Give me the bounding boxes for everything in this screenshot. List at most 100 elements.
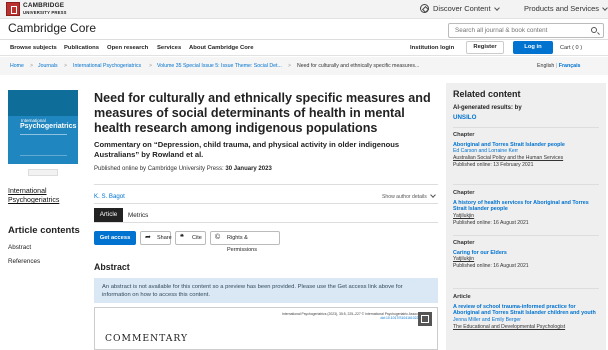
nav-open-research[interactable]: Open research <box>107 45 148 51</box>
breadcrumb-issue[interactable]: Volume 35 Special Issue 5: Issue Theme: … <box>157 63 282 69</box>
show-author-details[interactable]: Show author details <box>382 192 436 200</box>
cite-label: Cite <box>192 235 202 241</box>
rights-permissions-button[interactable]: © Rights & Permissions <box>210 231 280 253</box>
related-card-title[interactable]: A history of health services for Aborigi… <box>453 200 599 213</box>
language-switch: English | Français <box>537 63 581 69</box>
products-services-menu[interactable]: Products and Services <box>524 4 608 13</box>
related-card-date: Published online: 16 August 2021 <box>453 219 529 226</box>
publication-info: Published online by Cambridge University… <box>94 166 272 172</box>
breadcrumb-journal[interactable]: International Psychogeriatrics <box>73 63 141 69</box>
contents-references-link[interactable]: References <box>8 258 40 265</box>
brand-bar: Cambridge Core <box>0 19 608 40</box>
chevron-down-icon <box>493 5 500 11</box>
breadcrumb-journals[interactable]: Journals <box>38 63 58 69</box>
tab-article[interactable]: Article <box>94 208 123 222</box>
card-divider <box>453 288 599 289</box>
abstract-notice: An abstract is not available for this co… <box>94 278 438 303</box>
cambridge-core-logo[interactable]: Cambridge Core <box>8 21 96 35</box>
cart-link[interactable]: Cart ( 0 ) <box>560 45 582 51</box>
lang-english[interactable]: English <box>537 63 554 69</box>
chevron-down-icon <box>602 5 608 11</box>
related-card-source[interactable]: Yatjilukjin <box>453 256 599 263</box>
breadcrumb-current: Need for culturally and ethnically speci… <box>297 63 420 69</box>
discover-content-label: Discover Content <box>433 4 491 13</box>
tab-metrics[interactable]: Metrics <box>128 212 148 219</box>
cover-publisher-mark <box>28 169 58 176</box>
breadcrumb-separator: > <box>288 63 292 69</box>
cite-button[interactable]: ❝ Cite <box>175 231 206 245</box>
related-card-source[interactable]: Australian Social Policy and the Human S… <box>453 155 599 162</box>
divider <box>94 203 438 204</box>
breadcrumb-separator: > <box>149 63 153 69</box>
related-card-authors[interactable]: Ed Carson and Lorraine Kerr <box>453 148 599 155</box>
nav-browse-subjects[interactable]: Browse subjects <box>10 45 57 51</box>
search-icon[interactable] <box>591 27 597 33</box>
article-subtitle: Commentary on “Depression, child trauma,… <box>94 140 400 159</box>
related-card-date: Published online: 13 February 2021 <box>453 162 534 169</box>
related-card-source[interactable]: Yatjilukjin <box>453 213 599 220</box>
publisher-name[interactable]: CAMBRIDGE UNIVERSITY PRESS <box>23 2 67 16</box>
journal-link[interactable]: International Psychogeriatrics <box>8 187 68 205</box>
related-content-heading: Related content <box>453 89 521 99</box>
related-card-title[interactable]: A review of school trauma-informed pract… <box>453 304 599 317</box>
card-divider <box>453 235 599 236</box>
top-bar: CAMBRIDGE UNIVERSITY PRESS Discover Cont… <box>0 0 608 19</box>
get-access-button[interactable]: Get access <box>94 231 136 245</box>
divider <box>94 184 438 185</box>
search-box <box>448 23 604 38</box>
cover-decoration <box>20 134 67 156</box>
journal-cover[interactable]: International Psychogeriatrics <box>8 90 78 179</box>
related-card-source[interactable]: The Educational and Developmental Psycho… <box>453 324 599 331</box>
article-title: Need for culturally and ethnically speci… <box>94 91 431 135</box>
institution-login-link[interactable]: Institution login <box>410 45 454 51</box>
compass-icon <box>420 4 429 13</box>
share-icon: ➦ <box>145 234 151 241</box>
nav-services[interactable]: Services <box>157 45 181 51</box>
share-label: Share <box>157 235 172 241</box>
contents-abstract-link[interactable]: Abstract <box>8 244 31 251</box>
related-card-authors[interactable]: Jenna Miller and Emily Berger <box>453 317 599 324</box>
preview-heading: COMMENTARY <box>105 333 189 344</box>
article-contents-heading: Article contents <box>8 225 80 236</box>
related-content-panel: Related content AI-generated results: by… <box>446 83 606 350</box>
article-preview[interactable]: International Psychogeriatrics (2023), 3… <box>94 307 438 350</box>
related-card: Article A review of school trauma-inform… <box>453 294 599 331</box>
abstract-heading: Abstract <box>94 262 130 272</box>
related-card-type: Article <box>453 294 471 300</box>
related-card-type: Chapter <box>453 190 475 196</box>
tab-underline <box>94 222 438 223</box>
related-card: Chapter Caring for our Elders Yatjilukji… <box>453 240 599 270</box>
quote-icon: ❝ <box>180 234 184 241</box>
breadcrumb-home[interactable]: Home <box>10 63 24 69</box>
lang-french[interactable]: Français <box>559 63 581 69</box>
related-card-date: Published online: 16 August 2021 <box>453 263 529 270</box>
register-button[interactable]: Register <box>466 41 504 54</box>
author-link[interactable]: K. S. Bagot <box>94 193 125 200</box>
related-card: Chapter A history of health services for… <box>453 190 599 227</box>
cover-title-line2: Psychogeriatrics <box>20 123 77 130</box>
copyright-icon: © <box>215 234 221 241</box>
author-details-label: Show author details <box>382 194 427 200</box>
card-divider <box>453 127 599 128</box>
unsilo-link[interactable]: UNSILO <box>453 114 476 121</box>
cover-footer <box>8 164 78 179</box>
share-button[interactable]: ➦ Share <box>140 231 172 245</box>
search-input[interactable] <box>449 24 589 37</box>
ai-generated-label: AI-generated results: by <box>453 105 522 111</box>
nav-publications[interactable]: Publications <box>64 45 99 51</box>
discover-content-menu[interactable]: Discover Content <box>433 4 500 13</box>
nav-about[interactable]: About Cambridge Core <box>189 45 253 51</box>
breadcrumb-separator: > <box>30 63 34 69</box>
chevron-down-icon <box>429 192 436 198</box>
card-divider <box>453 184 599 185</box>
published-label: Published online by Cambridge University… <box>94 166 224 172</box>
breadcrumb: Home > Journals > International Psychoge… <box>0 57 608 75</box>
related-card-type: Chapter <box>453 240 475 246</box>
published-date: 30 January 2023 <box>225 166 272 172</box>
related-card: Chapter Aboriginal and Torres Strait Isl… <box>453 132 599 169</box>
expand-preview-icon[interactable] <box>418 312 432 326</box>
login-button[interactable]: Log in <box>513 41 553 54</box>
abstract-notice-text: An abstract is not available for this co… <box>102 284 403 298</box>
rights-label: Rights & Permissions <box>227 235 257 253</box>
cup-shield-icon[interactable] <box>6 2 20 16</box>
